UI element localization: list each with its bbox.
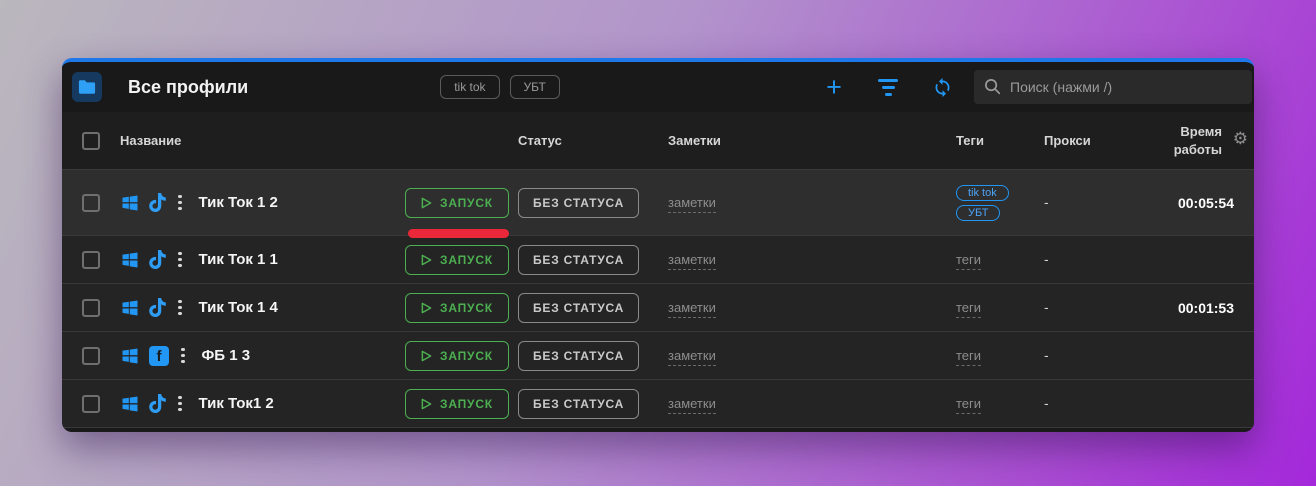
header-actions: + [822, 75, 954, 99]
select-all-checkbox[interactable] [82, 132, 100, 150]
play-icon [421, 254, 432, 266]
plus-icon: + [826, 76, 842, 98]
launch-button[interactable]: ЗАПУСК [405, 389, 509, 419]
notes-link[interactable]: заметки [668, 300, 716, 318]
windows-icon [120, 298, 140, 318]
launch-button[interactable]: ЗАПУСК [405, 245, 509, 275]
tags-link[interactable]: теги [956, 348, 981, 366]
profile-name: Тик Ток 1 1 [199, 251, 278, 268]
row-checkbox[interactable] [82, 194, 100, 212]
row-checkbox[interactable] [82, 299, 100, 317]
column-header-tags[interactable]: Теги [956, 133, 1044, 148]
profile-row-tiktok1-2[interactable]: Тик Ток1 2 ЗАПУСК БЕЗ СТАТУСА заметки те… [62, 380, 1254, 428]
notes-link[interactable]: заметки [668, 396, 716, 414]
play-icon [421, 197, 432, 209]
windows-icon [120, 250, 140, 270]
notes-link[interactable]: заметки [668, 252, 716, 270]
tag-chip-ubt[interactable]: УБТ [956, 205, 1000, 221]
kebab-menu-icon[interactable] [175, 298, 185, 318]
search-box [974, 70, 1252, 104]
row-checkbox[interactable] [82, 347, 100, 365]
status-button[interactable]: БЕЗ СТАТУСА [518, 341, 639, 371]
notes-link[interactable]: заметки [668, 195, 716, 213]
play-icon [421, 350, 432, 362]
tags-link[interactable]: теги [956, 300, 981, 318]
tiktok-icon [149, 394, 166, 413]
kebab-menu-icon[interactable] [178, 346, 188, 366]
page-title: Все профили [128, 77, 248, 98]
windows-icon [120, 193, 140, 213]
launch-button[interactable]: ЗАПУСК [405, 188, 509, 218]
filter-chip-tiktok[interactable]: tik tok [440, 75, 499, 99]
tags-link[interactable]: теги [956, 252, 981, 270]
play-icon [421, 398, 432, 410]
work-time: 00:01:53 [1151, 300, 1254, 316]
add-profile-button[interactable]: + [822, 75, 846, 99]
profile-name: Тик Ток 1 4 [199, 299, 278, 316]
column-header-status[interactable]: Статус [518, 133, 668, 148]
profile-row-tiktok-1-2[interactable]: Тик Ток 1 2 ЗАПУСК БЕЗ СТАТУСА заметки t… [62, 170, 1254, 236]
panel-header: Все профили tik tok УБТ + [62, 62, 1254, 112]
tag-chip-tiktok[interactable]: tik tok [956, 185, 1009, 201]
kebab-menu-icon[interactable] [175, 193, 185, 213]
refresh-icon [932, 77, 953, 98]
windows-icon [120, 346, 140, 366]
launch-button[interactable]: ЗАПУСК [405, 341, 509, 371]
profile-name: Тик Ток1 2 [199, 395, 274, 412]
filter-button[interactable] [876, 75, 900, 99]
row-checkbox[interactable] [82, 251, 100, 269]
header-filter-chips: tik tok УБТ [440, 75, 560, 99]
column-header-name[interactable]: Название [120, 133, 405, 148]
tiktok-icon [149, 250, 166, 269]
windows-icon [120, 394, 140, 414]
row-checkbox[interactable] [82, 395, 100, 413]
profile-row-tiktok-1-4[interactable]: Тик Ток 1 4 ЗАПУСК БЕЗ СТАТУСА заметки т… [62, 284, 1254, 332]
profile-row-tiktok-1-1[interactable]: Тик Ток 1 1 ЗАПУСК БЕЗ СТАТУСА заметки т… [62, 236, 1254, 284]
work-time: 00:05:54 [1151, 195, 1254, 211]
profile-row-fb-1-3[interactable]: f ФБ 1 3 ЗАПУСК БЕЗ СТАТУСА заметки теги… [62, 332, 1254, 380]
profile-name: ФБ 1 3 [202, 347, 251, 364]
kebab-menu-icon[interactable] [175, 250, 185, 270]
play-icon [421, 302, 432, 314]
filter-icon [878, 79, 898, 96]
tags-link[interactable]: теги [956, 396, 981, 414]
notes-link[interactable]: заметки [668, 348, 716, 366]
table-settings-gear-icon[interactable]: ⚙ [1233, 130, 1248, 147]
search-input[interactable] [974, 70, 1252, 104]
filter-chip-ubt[interactable]: УБТ [510, 75, 560, 99]
profiles-panel: Все профили tik tok УБТ + [62, 58, 1254, 432]
proxy-value: - [1044, 395, 1049, 411]
status-button[interactable]: БЕЗ СТАТУСА [518, 293, 639, 323]
status-button[interactable]: БЕЗ СТАТУСА [518, 245, 639, 275]
table-header: Название Статус Заметки Теги Прокси Врем… [62, 112, 1254, 170]
launch-button[interactable]: ЗАПУСК [405, 293, 509, 323]
proxy-value: - [1044, 194, 1049, 210]
proxy-value: - [1044, 251, 1049, 267]
refresh-button[interactable] [930, 75, 954, 99]
proxy-value: - [1044, 299, 1049, 315]
folder-button[interactable] [72, 72, 102, 102]
column-header-proxy[interactable]: Прокси [1044, 133, 1151, 148]
folder-icon [78, 79, 96, 95]
tiktok-icon [149, 298, 166, 317]
column-header-notes[interactable]: Заметки [668, 133, 956, 148]
profile-name: Тик Ток 1 2 [199, 194, 278, 211]
status-button[interactable]: БЕЗ СТАТУСА [518, 188, 639, 218]
annotation-underline [408, 229, 509, 238]
facebook-icon: f [149, 346, 169, 366]
status-button[interactable]: БЕЗ СТАТУСА [518, 389, 639, 419]
tiktok-icon [149, 193, 166, 212]
proxy-value: - [1044, 347, 1049, 363]
search-icon [984, 78, 1001, 95]
kebab-menu-icon[interactable] [175, 394, 185, 414]
